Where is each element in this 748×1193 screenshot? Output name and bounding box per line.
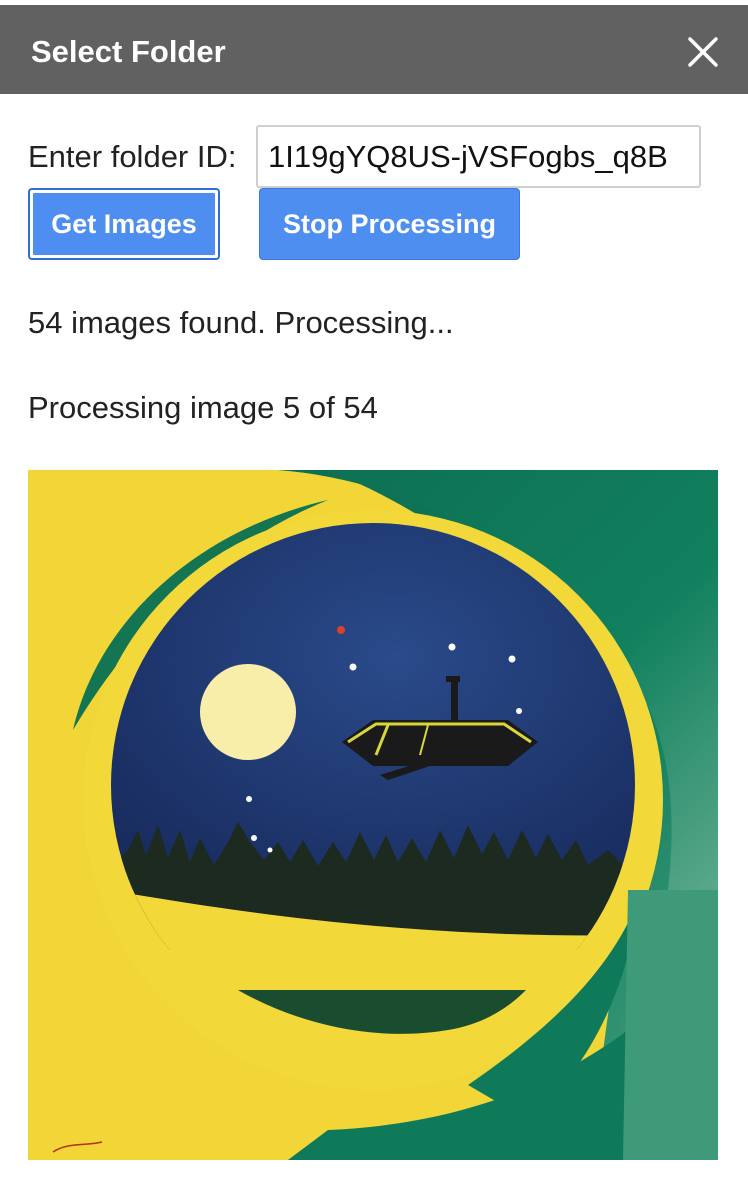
folder-id-input[interactable] xyxy=(256,125,701,188)
processing-progress-status: Processing image 5 of 54 xyxy=(28,390,378,425)
get-images-button[interactable]: Get Images xyxy=(28,188,220,260)
close-button[interactable] xyxy=(682,31,724,73)
stop-processing-button[interactable]: Stop Processing xyxy=(259,188,520,260)
folder-id-label: Enter folder ID: xyxy=(28,139,237,174)
image-preview xyxy=(28,470,718,1160)
close-icon[interactable] xyxy=(682,31,724,73)
images-found-status: 54 images found. Processing... xyxy=(28,305,454,340)
preview-artwork xyxy=(28,470,718,1160)
dialog-titlebar: Select Folder xyxy=(0,5,748,94)
dialog-title: Select Folder xyxy=(31,34,226,69)
